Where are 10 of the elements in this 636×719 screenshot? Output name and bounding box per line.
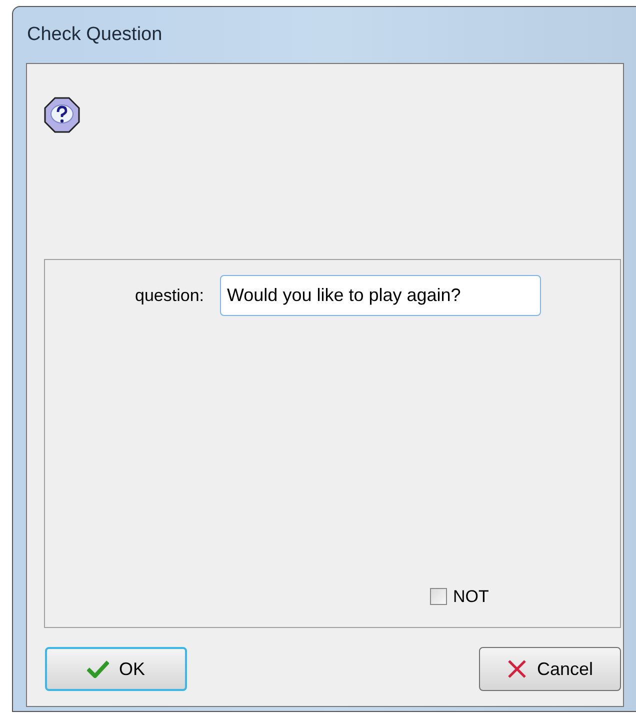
field-label: question: [135, 284, 204, 307]
not-checkbox[interactable] [430, 588, 447, 605]
question-input-field[interactable]: Would you like to play again? [220, 275, 541, 316]
window-title: Check Question [27, 22, 162, 47]
ok-button[interactable]: OK [45, 647, 187, 691]
question-icon [44, 97, 80, 133]
close-icon [506, 659, 527, 679]
cancel-button[interactable]: Cancel [479, 647, 621, 691]
checkmark-icon [86, 660, 109, 678]
checkbox-label: NOT [453, 586, 489, 608]
